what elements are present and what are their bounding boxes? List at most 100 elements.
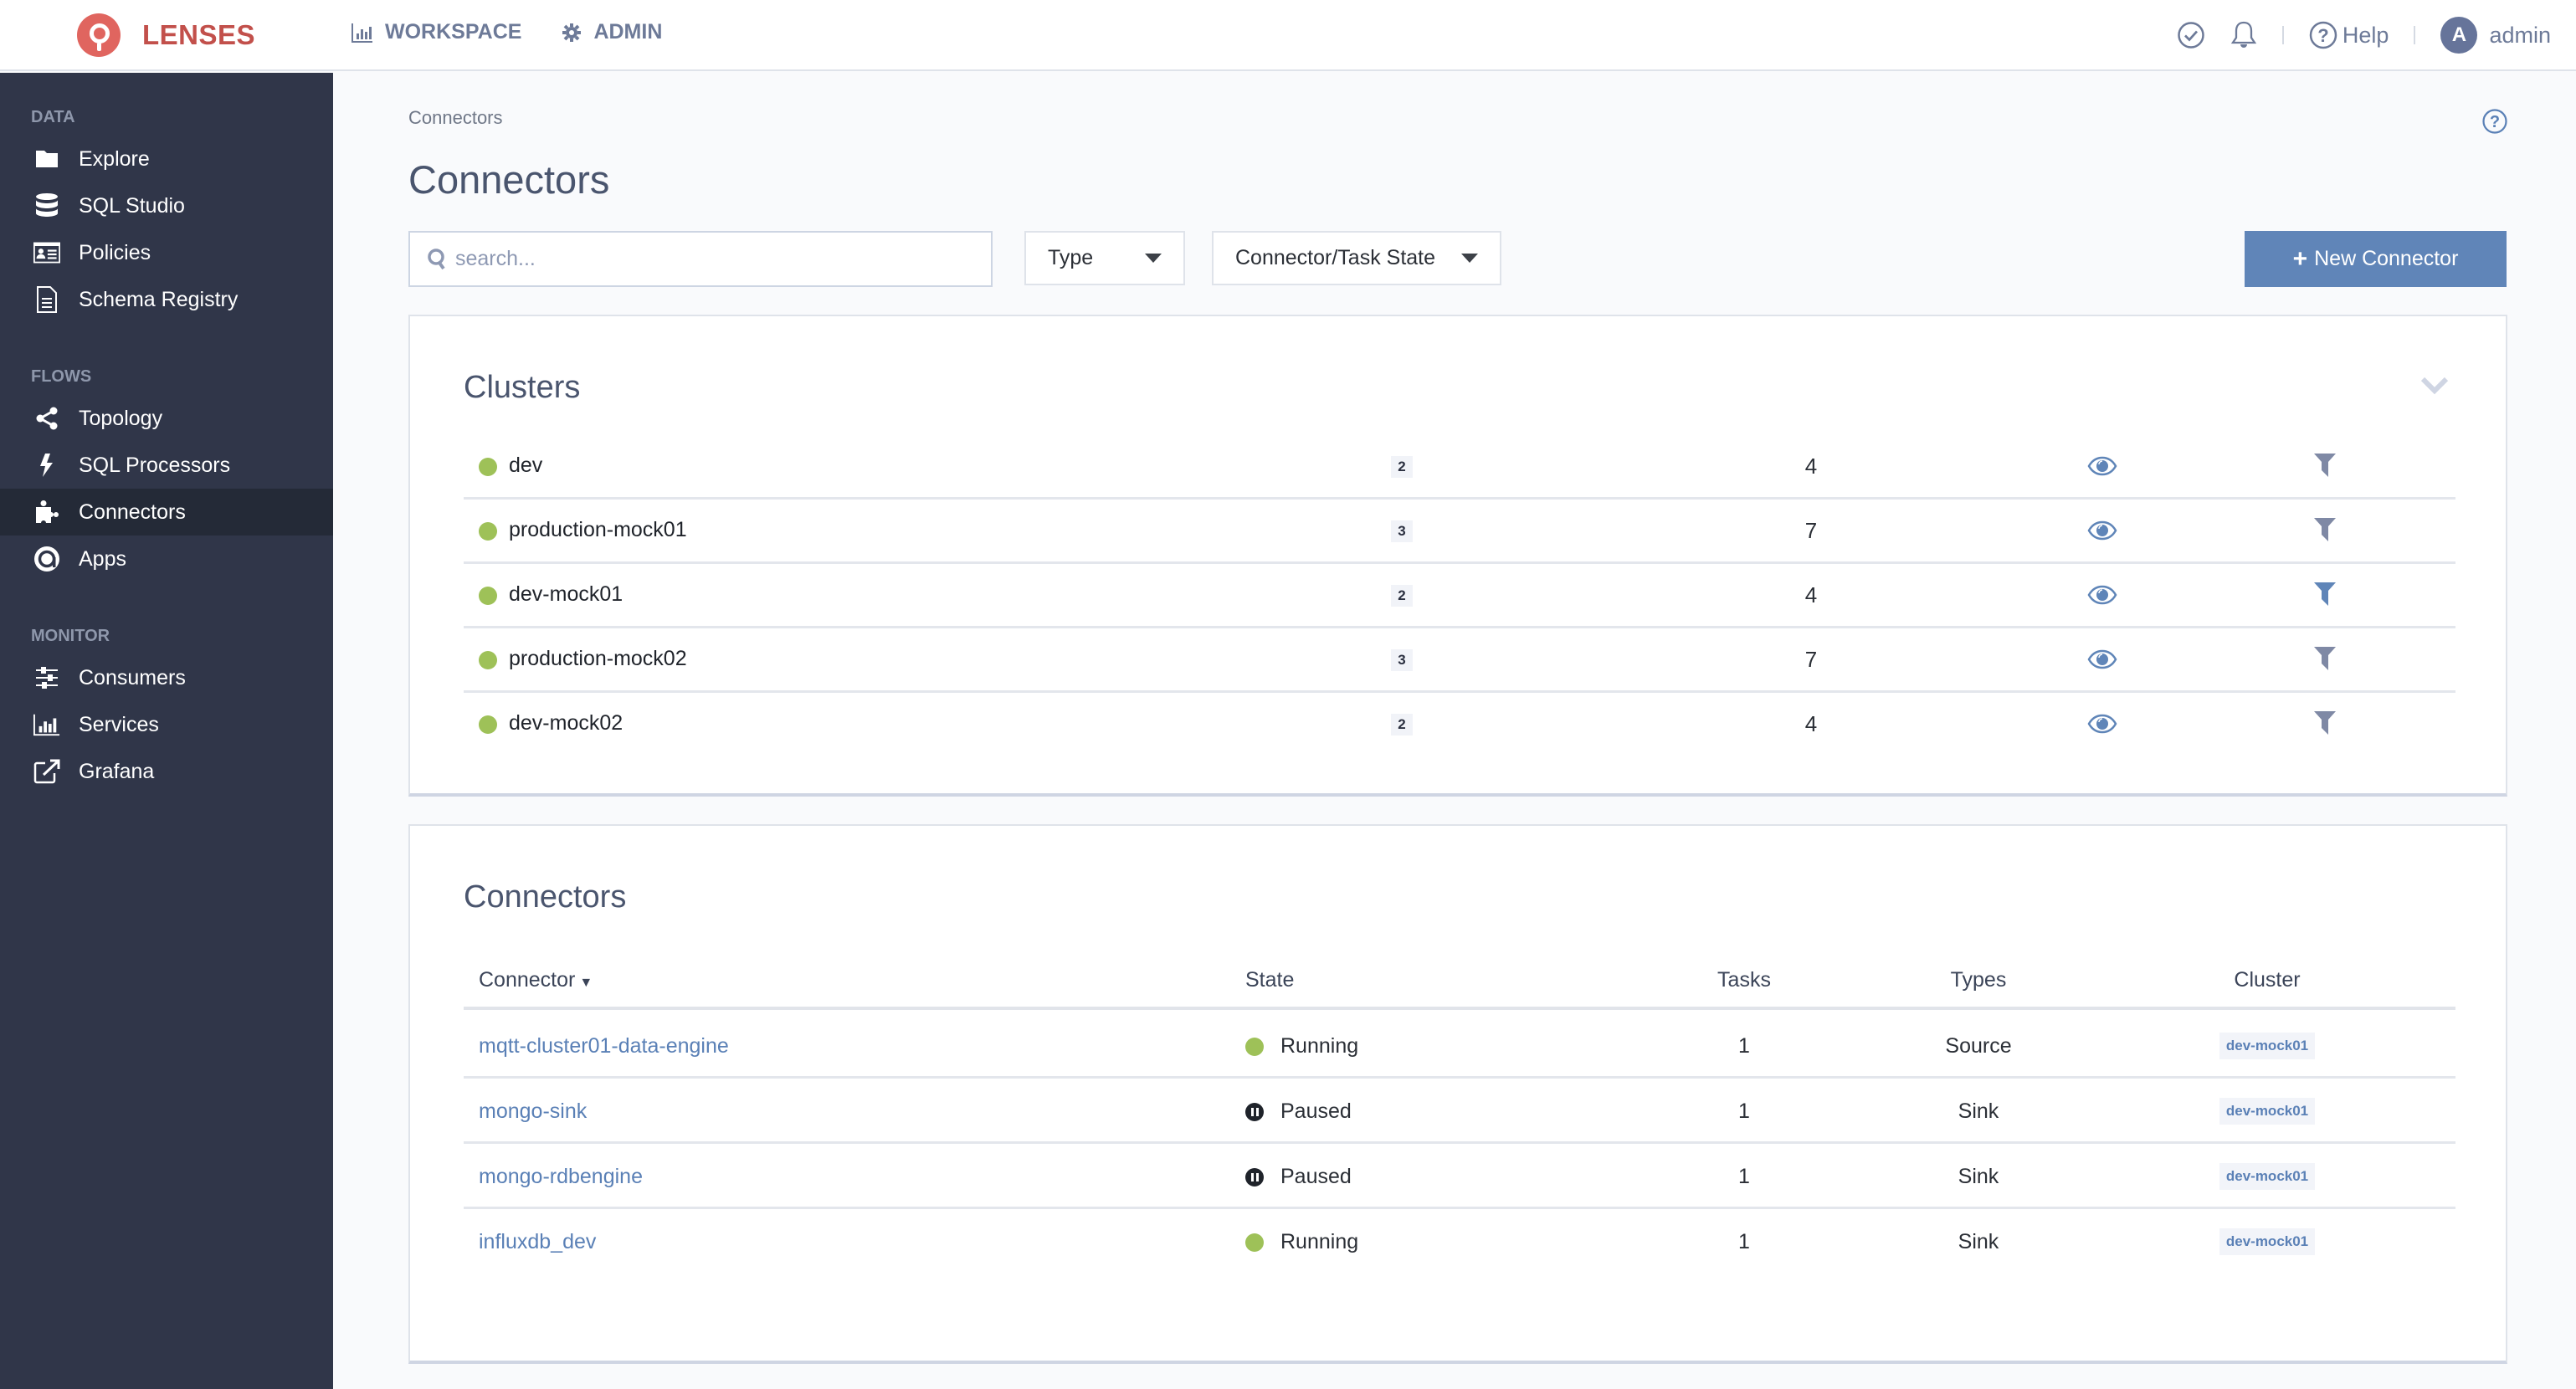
filter-icon[interactable]: [2313, 710, 2337, 740]
connector-cluster: dev-mock01: [2213, 1228, 2322, 1255]
connector-type: Source: [1945, 1034, 2012, 1058]
sidebar-item-label: Schema Registry: [79, 287, 239, 311]
sort-desc-icon: ▼: [579, 976, 593, 990]
cluster-count: 7: [1804, 518, 1818, 543]
cluster-badge: 2: [1391, 714, 1413, 736]
cluster-tag[interactable]: dev-mock01: [2219, 1033, 2316, 1059]
sidebar-item-label: SQL Studio: [79, 193, 185, 218]
search-input[interactable]: [455, 247, 957, 271]
connector-link[interactable]: influxdb_dev: [479, 1230, 596, 1254]
cluster-name[interactable]: production-mock02: [509, 647, 687, 671]
lenses-logo[interactable]: LENSES: [77, 13, 255, 57]
external-link-icon: [33, 758, 60, 785]
document-icon: [33, 286, 60, 313]
sidebar-item-topology[interactable]: Topology: [0, 395, 333, 442]
connector-cluster: dev-mock01: [2213, 1097, 2322, 1125]
bolt-icon: [33, 452, 60, 479]
sidebar-section-flows: FLOWS Topology SQL Processors Connectors…: [0, 364, 333, 582]
breadcrumb[interactable]: Connectors: [408, 107, 503, 129]
status-running-dot: [479, 651, 497, 669]
type-filter-label: Type: [1048, 246, 1094, 269]
eye-icon[interactable]: [2087, 649, 2117, 674]
cluster-name[interactable]: production-mock01: [509, 518, 687, 542]
nav-workspace[interactable]: WORKSPACE: [352, 20, 521, 44]
column-header-cluster: Cluster: [2234, 968, 2301, 992]
sidebar-item-consumers[interactable]: Consumers: [0, 654, 333, 701]
cluster-name[interactable]: dev: [509, 454, 542, 478]
cluster-name[interactable]: dev-mock02: [509, 711, 623, 736]
filter-icon[interactable]: [2313, 517, 2337, 546]
share-icon: [33, 405, 60, 432]
filter-icon[interactable]: [2313, 453, 2337, 482]
eye-icon[interactable]: [2087, 714, 2117, 738]
connector-tasks: 1: [1738, 1165, 1750, 1188]
divider: [2281, 26, 2284, 44]
svg-text:?: ?: [2490, 113, 2500, 131]
new-connector-button[interactable]: + New Connector: [2245, 231, 2507, 287]
connector-link[interactable]: mongo-rdbengine: [479, 1165, 643, 1189]
column-header-types: Types: [1950, 968, 2007, 992]
filter-icon[interactable]: [2313, 582, 2337, 611]
clusters-title: Clusters: [464, 370, 581, 405]
cluster-tag[interactable]: dev-mock01: [2219, 1163, 2316, 1190]
cluster-name[interactable]: dev-mock01: [509, 582, 623, 607]
status-running-dot: [1245, 1233, 1264, 1252]
connectors-table-header: Connector ▼ State Tasks Types Cluster: [464, 958, 2455, 1010]
logo-icon: [77, 13, 121, 57]
chevron-down-icon[interactable]: [2420, 377, 2449, 399]
cluster-badge: 3: [1391, 520, 1413, 542]
sidebar-item-schema-registry[interactable]: Schema Registry: [0, 276, 333, 323]
connector-link[interactable]: mqtt-cluster01-data-engine: [479, 1034, 729, 1058]
status-running-dot: [1245, 1037, 1264, 1056]
eye-icon[interactable]: [2087, 520, 2117, 545]
sidebar-item-label: Grafana: [79, 759, 155, 783]
sidebar-item-sql-processors[interactable]: SQL Processors: [0, 442, 333, 489]
cluster-count: 7: [1804, 647, 1818, 672]
sidebar-item-sql-studio[interactable]: SQL Studio: [0, 182, 333, 229]
cluster-tag[interactable]: dev-mock01: [2219, 1098, 2316, 1125]
connector-link[interactable]: mongo-sink: [479, 1099, 587, 1124]
filter-icon[interactable]: [2313, 646, 2337, 675]
sidebar-section-data: DATA Explore SQL Studio Policies Schema …: [0, 105, 333, 323]
bell-icon[interactable]: [2230, 20, 2257, 50]
nav-admin[interactable]: ADMIN: [562, 20, 662, 44]
cluster-tag[interactable]: dev-mock01: [2219, 1228, 2316, 1255]
sidebar-section-monitor: MONITOR Consumers Services Grafana: [0, 623, 333, 795]
puzzle-icon: [33, 499, 60, 525]
type-filter-dropdown[interactable]: Type: [1024, 231, 1185, 285]
cluster-row: production-mock02 3 7: [464, 628, 2455, 693]
eye-icon[interactable]: [2087, 585, 2117, 609]
check-circle-icon[interactable]: [2177, 21, 2205, 49]
sidebar-item-label: Consumers: [79, 665, 186, 689]
connector-type: Sink: [1958, 1165, 1999, 1188]
connector-state-label: Paused: [1280, 1165, 1352, 1188]
eye-icon[interactable]: [2087, 456, 2117, 480]
state-filter-dropdown[interactable]: Connector/Task State: [1212, 231, 1501, 285]
sidebar-item-policies[interactable]: Policies: [0, 229, 333, 276]
nav-admin-label: ADMIN: [593, 20, 663, 44]
user-name: admin: [2489, 22, 2551, 48]
sidebar-item-label: SQL Processors: [79, 453, 231, 477]
connector-tasks: 1: [1738, 1099, 1750, 1123]
user-menu[interactable]: A admin: [2440, 17, 2551, 54]
bar-chart-icon: [33, 711, 60, 738]
sidebar-item-apps[interactable]: Apps: [0, 536, 333, 582]
database-icon: [33, 192, 60, 219]
sidebar-item-label: Services: [79, 712, 159, 736]
page-help-icon[interactable]: ?: [2482, 109, 2507, 138]
avatar: A: [2440, 17, 2478, 54]
column-header-connector[interactable]: Connector ▼: [479, 968, 593, 992]
main-content: Connectors ? Connectors Type Connector/T…: [333, 73, 2576, 1389]
sidebar-item-services[interactable]: Services: [0, 701, 333, 748]
column-header-tasks: Tasks: [1717, 968, 1771, 992]
sidebar-item-label: Policies: [79, 240, 151, 264]
sidebar-item-connectors[interactable]: Connectors: [0, 489, 333, 536]
sidebar-heading: FLOWS: [31, 367, 92, 386]
sidebar-item-explore[interactable]: Explore: [0, 136, 333, 182]
svg-text:?: ?: [2317, 25, 2328, 46]
connector-state: Paused: [1245, 1099, 1352, 1124]
divider: [2414, 26, 2416, 44]
help-link[interactable]: ? Help: [2309, 21, 2389, 49]
sidebar-item-grafana[interactable]: Grafana: [0, 748, 333, 795]
plus-icon: +: [2292, 244, 2308, 273]
